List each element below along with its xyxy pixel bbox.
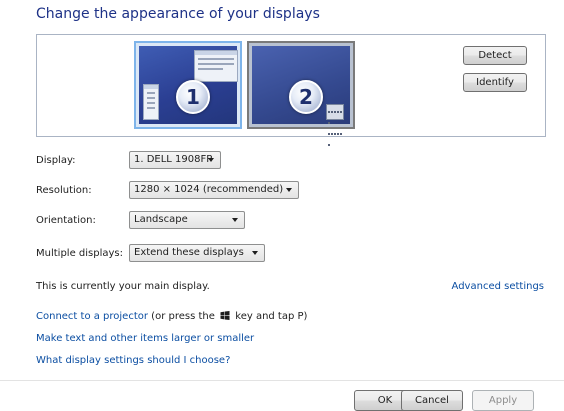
calculator-icon — [326, 104, 344, 146]
windows-logo-icon — [220, 311, 230, 320]
resolution-select-value: 1280 × 1024 (recommended) — [134, 184, 284, 195]
detect-button[interactable]: Detect — [463, 46, 527, 65]
monitor-2[interactable]: 2 — [247, 41, 355, 146]
orientation-select[interactable]: Landscape — [129, 211, 245, 229]
display-label: Display: — [36, 155, 76, 166]
display-help-link[interactable]: What display settings should I choose? — [36, 355, 230, 366]
multiple-displays-label: Multiple displays: — [36, 248, 123, 259]
resolution-select[interactable]: 1280 × 1024 (recommended) — [129, 181, 299, 199]
resolution-label: Resolution: — [36, 185, 92, 196]
chevron-down-icon — [232, 218, 238, 222]
multiple-displays-select[interactable]: Extend these displays — [129, 244, 265, 262]
monitor-number-badge: 1 — [176, 80, 210, 114]
connect-projector-link[interactable]: Connect to a projector — [36, 311, 148, 322]
chevron-down-icon — [252, 251, 258, 255]
display-select-value: 1. DELL 1908FP — [134, 154, 213, 165]
display-preview-area: 1 2 Detect Identify — [36, 34, 546, 146]
display-select[interactable]: 1. DELL 1908FP — [129, 151, 221, 169]
projector-hint-suffix: key and tap P) — [232, 311, 308, 322]
orientation-label: Orientation: — [36, 215, 96, 226]
main-display-status: This is currently your main display. — [36, 281, 210, 292]
chevron-down-icon — [208, 158, 214, 162]
monitor-number-badge: 2 — [289, 80, 323, 114]
monitor-1[interactable]: 1 — [134, 41, 242, 129]
window-thumbnail — [194, 50, 238, 82]
window-thumbnail — [143, 84, 159, 120]
monitor-2-screen: 2 — [252, 46, 350, 146]
cancel-button[interactable]: Cancel — [401, 390, 463, 411]
text-size-link[interactable]: Make text and other items larger or smal… — [36, 333, 254, 344]
projector-hint-prefix: (or press the — [148, 311, 219, 322]
advanced-settings-link[interactable]: Advanced settings — [452, 281, 544, 292]
projector-line: Connect to a projector (or press the key… — [36, 311, 307, 322]
identify-button[interactable]: Identify — [463, 73, 527, 92]
orientation-select-value: Landscape — [134, 214, 188, 225]
footer-divider — [0, 380, 564, 381]
page-title: Change the appearance of your displays — [36, 6, 320, 22]
chevron-down-icon — [286, 188, 292, 192]
apply-button[interactable]: Apply — [472, 390, 534, 411]
monitor-1-screen: 1 — [139, 46, 238, 124]
multiple-displays-select-value: Extend these displays — [134, 247, 244, 258]
